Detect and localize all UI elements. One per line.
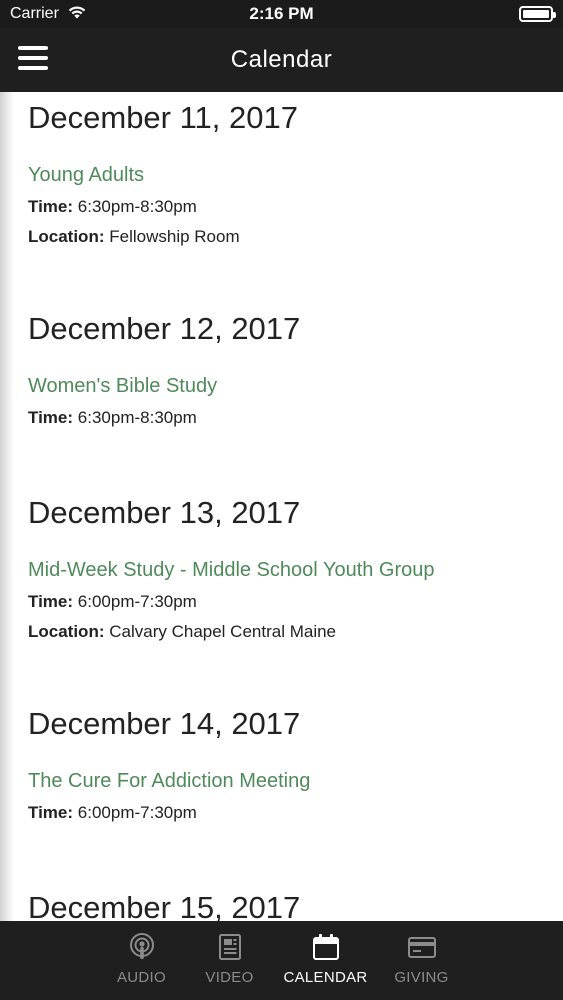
video-document-icon (218, 934, 241, 960)
event-location: Location: Calvary Chapel Central Maine (28, 622, 337, 641)
day-heading: December 14, 2017 (28, 706, 301, 741)
tab-calendar[interactable]: CALENDAR (274, 933, 378, 1000)
event-time: Time: 6:30pm-8:30pm (28, 408, 197, 427)
event-time: Time: 6:00pm-7:30pm (28, 592, 197, 611)
day-section: December 11, 2017 Young Adults Time: 6:3… (0, 100, 298, 247)
event-title-link[interactable]: Young Adults (28, 164, 298, 187)
event-title-link[interactable]: The Cure For Addiction Meeting (28, 770, 310, 793)
calendar-icon (312, 934, 339, 960)
day-heading: December 15, 2017 (28, 890, 301, 921)
day-section: December 14, 2017 The Cure For Addiction… (0, 706, 310, 823)
tab-label: AUDIO (116, 969, 166, 986)
podcast-icon (129, 933, 154, 959)
event-title-link[interactable]: Women's Bible Study (28, 375, 300, 398)
carrier-label: Carrier (10, 5, 59, 22)
app-screen: Carrier 2:16 PM Calendar December 11, 20… (0, 0, 563, 1000)
event-time: Time: 6:00pm-7:30pm (28, 803, 197, 822)
day-heading: December 12, 2017 (28, 311, 301, 346)
hamburger-menu-icon[interactable] (18, 46, 48, 72)
status-left: Carrier (10, 4, 87, 25)
day-heading: December 11, 2017 (28, 100, 298, 135)
day-heading: December 13, 2017 (28, 495, 301, 530)
wifi-icon (67, 4, 87, 25)
tab-label: VIDEO (205, 969, 254, 986)
day-section: December 13, 2017 Mid-Week Study - Middl… (0, 495, 435, 642)
page-title: Calendar (230, 46, 333, 73)
tab-label: CALENDAR (283, 969, 368, 986)
status-bar: Carrier 2:16 PM (0, 0, 563, 28)
bottom-tab-bar: AUDIO VIDEO CALENDAR GIVING (0, 921, 563, 1000)
tab-audio[interactable]: AUDIO (98, 933, 186, 1000)
battery-icon (519, 6, 556, 22)
day-section: December 15, 2017 (0, 890, 300, 921)
tab-video[interactable]: VIDEO (186, 933, 274, 1000)
navigation-bar: Calendar (0, 28, 563, 92)
tab-label: GIVING (394, 969, 449, 986)
calendar-list[interactable]: December 11, 2017 Young Adults Time: 6:3… (0, 92, 563, 921)
tab-giving[interactable]: GIVING (378, 933, 466, 1000)
event-time: Time: 6:30pm-8:30pm (28, 197, 197, 216)
event-location: Location: Fellowship Room (28, 227, 240, 246)
credit-card-icon (407, 937, 436, 958)
day-section: December 12, 2017 Women's Bible Study Ti… (0, 311, 300, 428)
event-title-link[interactable]: Mid-Week Study - Middle School Youth Gro… (28, 559, 435, 582)
